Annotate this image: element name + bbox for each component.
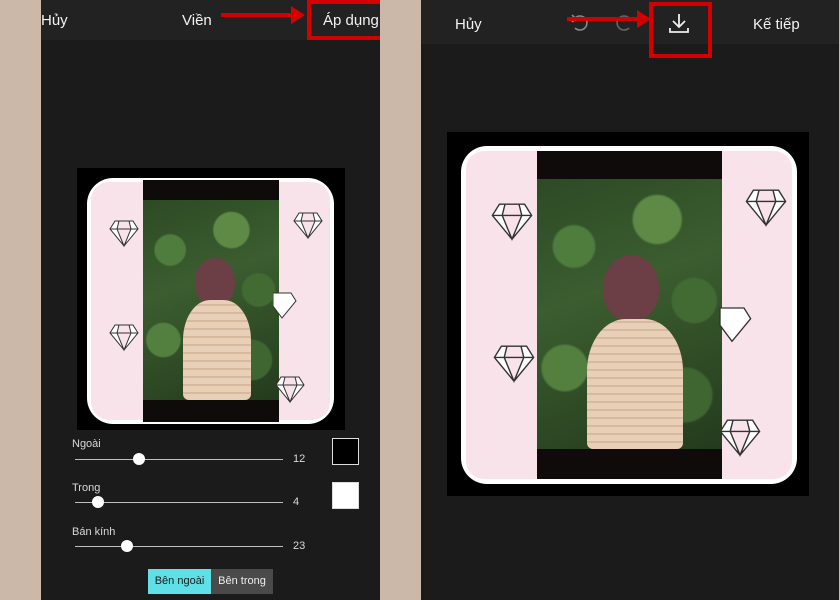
- inner-label: Trong: [72, 482, 101, 494]
- highlight-box: [307, 0, 380, 40]
- annotation-arrow: [221, 6, 305, 24]
- diamond-icon: [719, 419, 761, 458]
- hair: [603, 255, 659, 321]
- border-controls: Ngoài 12 Trong 4 Bán kính 23 Bên ngoài B…: [41, 430, 380, 600]
- white-border-frame: [87, 178, 334, 424]
- screen-title: Viền: [182, 12, 212, 29]
- inside-segment[interactable]: Bên trong: [211, 569, 273, 594]
- redo-icon[interactable]: [613, 12, 633, 34]
- preview-canvas: [447, 132, 809, 496]
- photo: [537, 151, 722, 479]
- shirt: [587, 319, 683, 449]
- top-bar: Hủy Kế tiếp: [421, 0, 839, 44]
- inner-slider-handle[interactable]: [92, 496, 104, 508]
- radius-slider-track[interactable]: [75, 546, 283, 547]
- background-strip: [380, 0, 421, 600]
- inner-slider-track[interactable]: [75, 502, 283, 503]
- diamond-icon: [719, 307, 752, 343]
- inner-color-swatch[interactable]: [332, 482, 359, 509]
- outer-color-swatch[interactable]: [332, 438, 359, 465]
- radius-slider-handle[interactable]: [121, 540, 133, 552]
- photo: [143, 180, 279, 422]
- next-button[interactable]: Kế tiếp: [753, 16, 800, 33]
- diamond-icon: [745, 189, 787, 228]
- outer-value: 12: [293, 453, 306, 465]
- cancel-button[interactable]: Hủy: [41, 12, 68, 29]
- shirt: [183, 300, 251, 400]
- white-border-frame: [461, 146, 797, 484]
- outer-label: Ngoài: [72, 438, 101, 450]
- cancel-button[interactable]: Hủy: [455, 16, 482, 33]
- undo-icon[interactable]: [571, 12, 591, 34]
- outside-segment[interactable]: Bên ngoài: [148, 569, 211, 594]
- diamond-icon: [493, 345, 535, 384]
- outer-slider-handle[interactable]: [133, 453, 145, 465]
- diamond-icon: [273, 292, 297, 319]
- radius-label: Bán kính: [72, 526, 116, 538]
- hair: [195, 258, 235, 306]
- diamond-icon: [293, 212, 323, 240]
- inner-value: 4: [293, 496, 300, 508]
- diamond-icon: [109, 324, 139, 352]
- annotation-arrow: [567, 10, 651, 28]
- diamond-icon: [275, 376, 305, 404]
- border-editor-screen: Hủy Viền Áp dụng Ngoài 12 Trong 4 Bán kí…: [41, 0, 380, 600]
- diamond-icon: [109, 220, 139, 248]
- highlight-box: [649, 2, 712, 58]
- diamond-icon: [491, 203, 533, 242]
- export-screen: Hủy Kế tiếp: [421, 0, 839, 600]
- radius-value: 23: [293, 540, 306, 552]
- outer-slider-track[interactable]: [75, 459, 283, 460]
- preview-canvas: [77, 168, 345, 430]
